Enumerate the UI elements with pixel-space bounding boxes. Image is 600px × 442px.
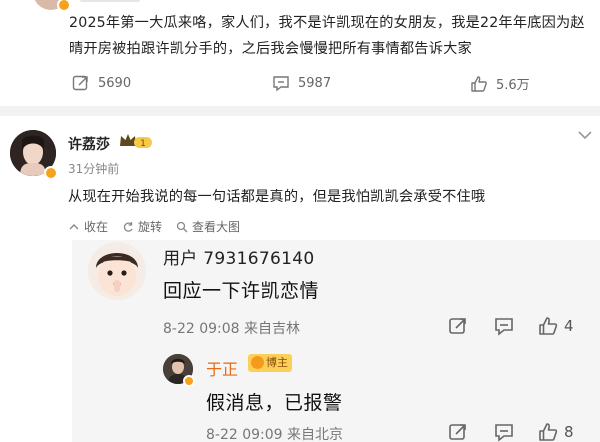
comment-text: 从现在开始我说的每一句话都是真的，但是我怕凯凯会承受不住哦	[68, 189, 486, 205]
reply-text: 回应一下许凯恋情	[163, 280, 320, 302]
vip-crown-icon: 1	[120, 134, 152, 149]
comment-icon	[273, 76, 289, 92]
post-text: 2025年第一大瓜来咯，家人们，我不是许凯现在的女朋友，我是22年年底因为赵晴开…	[69, 15, 585, 57]
section-divider	[0, 106, 600, 116]
post-actions: 5690 5987 5.6万	[0, 74, 600, 96]
repost-count: 5690	[98, 75, 132, 91]
image-tools: 收在 旋转 查看大图	[68, 218, 240, 235]
thumbs-up-icon	[539, 317, 558, 335]
reply-username[interactable]: 用户 7931676140	[163, 244, 314, 269]
badge-star-icon	[251, 356, 264, 369]
repost-icon	[72, 75, 88, 91]
post-author-name[interactable]	[80, 0, 140, 2]
like-count: 5.6万	[496, 78, 530, 93]
blogger-comment-button[interactable]	[494, 422, 514, 442]
blogger-name[interactable]: 于正	[206, 356, 238, 380]
verified-badge-icon	[44, 166, 58, 180]
blogger-reply-text: 假消息，已报警	[206, 392, 343, 414]
reply-share-button[interactable]	[448, 316, 468, 336]
reply-screenshot[interactable]: 用户 7931676140 回应一下许凯恋情 8-22 09:08 来自吉林 4	[72, 240, 600, 442]
reply-meta: 8-22 09:08 来自吉林	[163, 321, 301, 337]
comment-count: 5987	[298, 75, 332, 91]
reply-like-count: 4	[564, 317, 574, 335]
svg-text:1: 1	[140, 139, 146, 149]
reply-comment-button[interactable]	[494, 316, 514, 336]
view-large-label: 查看大图	[192, 220, 241, 234]
chevron-down-icon[interactable]	[578, 130, 592, 140]
blogger-share-button[interactable]	[448, 422, 468, 442]
zoom-icon	[176, 221, 188, 232]
comment-button[interactable]: 5987	[272, 74, 331, 92]
verified-badge-icon	[183, 375, 195, 387]
comment-time: 31分钟前	[68, 162, 120, 176]
blogger-reply-meta: 8-22 09:09 来自北京	[206, 427, 344, 442]
reply-like-button[interactable]: 4	[538, 316, 574, 336]
blogger-badge: 博主	[248, 354, 292, 372]
blogger-badge-label: 博主	[266, 356, 288, 369]
comment-card: 许荔莎 1 31分钟前 从现在开始我说的每一句话都是真的，但是我怕凯凯会承受不住…	[0, 116, 600, 442]
blogger-like-count: 8	[564, 423, 574, 441]
rotate-tool[interactable]: 旋转	[122, 218, 162, 235]
collapse-tool[interactable]: 收在	[68, 218, 108, 235]
like-button[interactable]: 5.6万	[470, 74, 530, 93]
blogger-like-button[interactable]: 8	[538, 422, 574, 442]
repost-button[interactable]: 5690	[72, 74, 131, 92]
collapse-icon	[69, 223, 79, 229]
share-icon	[449, 424, 466, 440]
comment-icon	[495, 318, 513, 336]
view-large-tool[interactable]: 查看大图	[176, 218, 240, 235]
thumbs-up-icon	[471, 75, 487, 92]
comment-icon	[495, 424, 513, 442]
collapse-label: 收在	[84, 220, 109, 234]
reply-avatar[interactable]	[88, 242, 146, 300]
commenter-name[interactable]: 许荔莎	[68, 134, 110, 154]
rotate-label: 旋转	[138, 220, 163, 234]
share-icon	[449, 318, 466, 334]
rotate-icon	[123, 221, 133, 232]
baby-avatar	[88, 242, 146, 300]
post-card: 2025年第一大瓜来咯，家人们，我不是许凯现在的女朋友，我是22年年底因为赵晴开…	[0, 0, 600, 106]
thumbs-up-icon	[539, 423, 558, 441]
